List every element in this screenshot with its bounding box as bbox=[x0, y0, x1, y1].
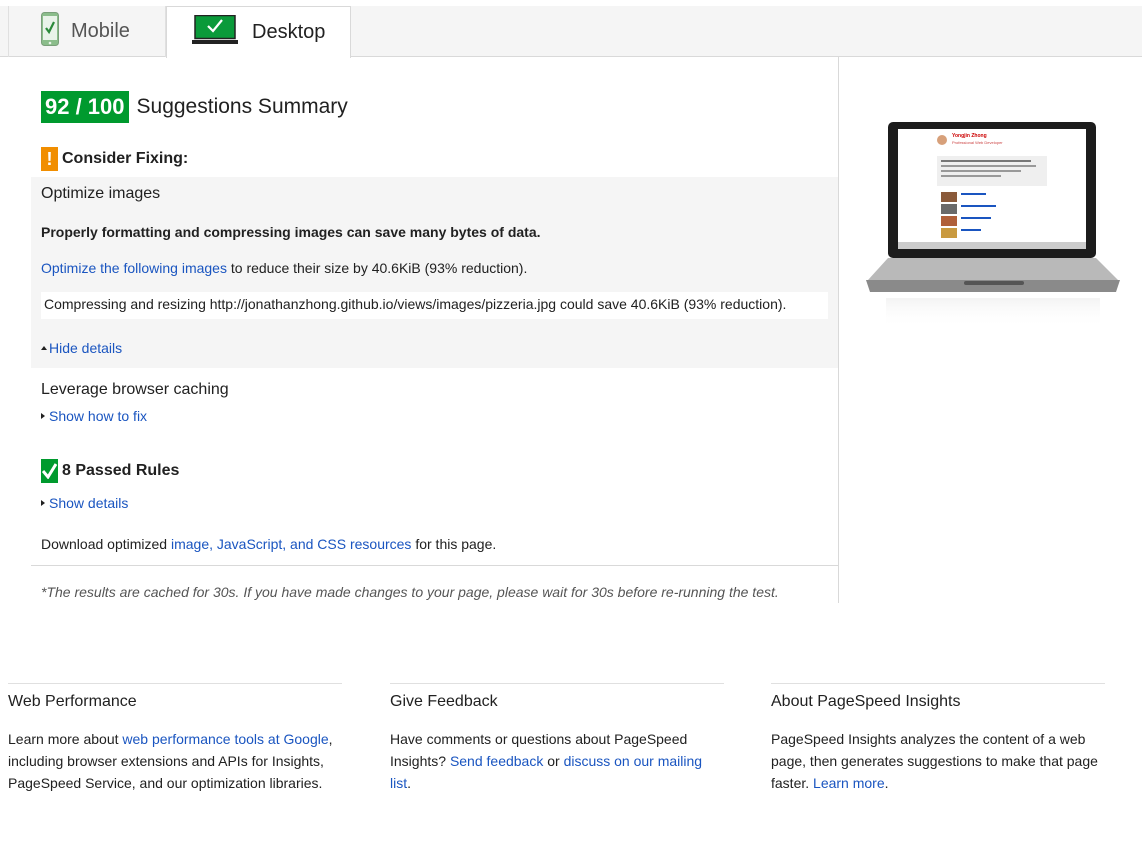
rule-browser-caching-title: Leverage browser caching bbox=[41, 381, 229, 398]
tab-desktop-label: Desktop bbox=[252, 21, 326, 43]
show-details-label: Show details bbox=[49, 495, 129, 511]
rule-detail: Compressing and resizing http://jonathan… bbox=[41, 292, 828, 319]
footer-text-part: . bbox=[407, 775, 412, 791]
footer-about-pagespeed: About PageSpeed Insights PageSpeed Insig… bbox=[771, 683, 1105, 794]
footer-text: Have comments or questions about PageSpe… bbox=[390, 728, 724, 794]
checkmark-icon bbox=[41, 459, 58, 483]
optimize-images-link[interactable]: Optimize the following images bbox=[41, 260, 227, 276]
footer-title: Web Performance bbox=[8, 693, 137, 710]
desktop-monitor-check-icon bbox=[192, 14, 238, 51]
cached-note: *The results are cached for 30s. If you … bbox=[41, 584, 779, 600]
footer-text-part: Learn more about bbox=[8, 731, 123, 747]
footer-web-performance: Web Performance Learn more about web per… bbox=[8, 683, 342, 794]
preview-site-name: Yongjin Zhong bbox=[952, 133, 987, 139]
download-css-link[interactable]: CSS resources bbox=[317, 536, 411, 552]
footer-give-feedback: Give Feedback Have comments or questions… bbox=[390, 683, 724, 794]
consider-fixing-heading: ! Consider Fixing: bbox=[41, 147, 188, 171]
score-header: 92 / 100 Suggestions Summary bbox=[41, 91, 348, 123]
triangle-right-icon bbox=[41, 500, 45, 506]
footer-text: Learn more about web performance tools a… bbox=[8, 728, 342, 794]
results-panel: 92 / 100 Suggestions Summary ! Consider … bbox=[0, 57, 839, 603]
show-details-toggle[interactable]: Show details bbox=[41, 495, 128, 511]
divider bbox=[31, 565, 838, 566]
consider-fixing-label: Consider Fixing: bbox=[62, 150, 189, 167]
hide-details-label: Hide details bbox=[49, 340, 123, 356]
preview-site-subtitle: Professional Web Developer bbox=[952, 140, 1003, 145]
passed-rules-heading: 8 Passed Rules bbox=[41, 459, 179, 483]
show-how-to-fix-toggle[interactable]: Show how to fix bbox=[41, 408, 147, 424]
passed-rules-label: 8 Passed Rules bbox=[62, 462, 180, 479]
learn-more-link[interactable]: Learn more bbox=[813, 775, 885, 791]
footer-text-part: . bbox=[884, 775, 889, 791]
footer-title: About PageSpeed Insights bbox=[771, 693, 961, 710]
warning-icon: ! bbox=[41, 147, 58, 171]
tab-mobile[interactable]: Mobile bbox=[8, 6, 166, 57]
page-title: Suggestions Summary bbox=[136, 95, 348, 118]
send-feedback-link[interactable]: Send feedback bbox=[450, 753, 543, 769]
show-how-to-fix-label: Show how to fix bbox=[49, 408, 148, 424]
download-js-link[interactable]: JavaScript bbox=[217, 536, 282, 552]
rule-title: Optimize images bbox=[41, 185, 161, 202]
tab-desktop[interactable]: Desktop bbox=[166, 6, 351, 58]
footer-title: Give Feedback bbox=[390, 693, 498, 710]
triangle-right-icon bbox=[41, 413, 45, 419]
desktop-screenshot-preview: Yongjin Zhong Professional Web Developer bbox=[866, 120, 1122, 335]
rule-optimize-images: Optimize images Properly formatting and … bbox=[31, 177, 838, 368]
mobile-phone-check-icon bbox=[41, 11, 59, 52]
download-sep[interactable]: , bbox=[209, 536, 217, 552]
footer-text-part: or bbox=[543, 753, 564, 769]
download-sep[interactable]: , and bbox=[282, 536, 317, 552]
download-text: Download optimized bbox=[41, 536, 171, 552]
download-optimized: Download optimized image, JavaScript, an… bbox=[41, 536, 496, 552]
download-text-suffix: for this page. bbox=[411, 536, 497, 552]
triangle-up-icon bbox=[41, 346, 47, 350]
score-badge: 92 / 100 bbox=[41, 91, 129, 123]
rule-summary: Optimize the following images to reduce … bbox=[41, 260, 527, 276]
tab-mobile-label: Mobile bbox=[71, 20, 130, 42]
web-performance-tools-link[interactable]: web performance tools at Google bbox=[122, 731, 328, 747]
rule-description: Properly formatting and compressing imag… bbox=[41, 224, 541, 240]
download-image-link[interactable]: image bbox=[171, 536, 209, 552]
footer-text: PageSpeed Insights analyzes the content … bbox=[771, 728, 1105, 794]
rule-summary-text: to reduce their size by 40.6KiB (93% red… bbox=[226, 260, 528, 276]
device-tabbar: Mobile Desktop bbox=[0, 6, 1142, 58]
hide-details-toggle[interactable]: Hide details bbox=[41, 340, 122, 356]
